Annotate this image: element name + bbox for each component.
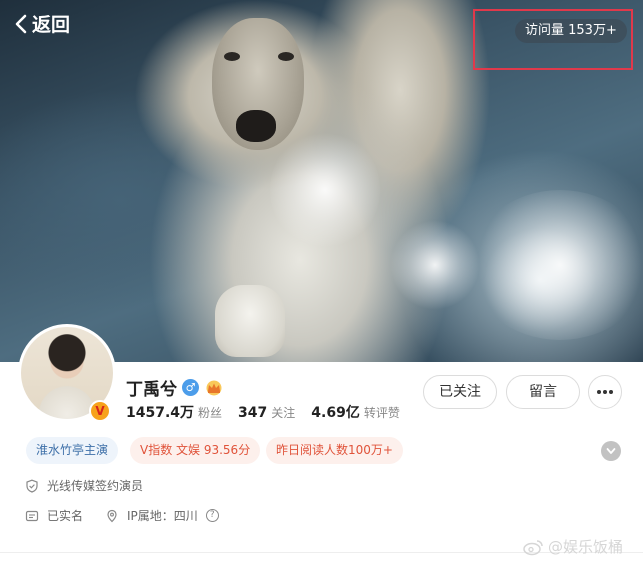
more-dot [597, 390, 601, 394]
tag-v-index[interactable]: V指数 文娱 93.56分 [130, 437, 261, 464]
tag-readers[interactable]: 昨日阅读人数100万+ [266, 437, 403, 464]
more-dot [609, 390, 613, 394]
interactions-label: 转评赞 [363, 406, 400, 420]
more-options-button[interactable] [588, 375, 622, 409]
ip-location-text: IP属地：四川 [127, 509, 198, 523]
following-label: 关注 [271, 406, 296, 420]
profile-name: 丁禹兮 [126, 380, 177, 400]
followers-count[interactable]: 1457.4万 [126, 402, 194, 422]
bear-left-eye [224, 52, 240, 61]
message-button[interactable]: 留言 [506, 375, 580, 409]
help-icon[interactable]: ? [205, 509, 219, 522]
interactions-count: 4.69亿 [311, 405, 360, 421]
location-icon [107, 509, 117, 522]
verified-badge-icon: V [89, 400, 111, 422]
bear-paw [215, 285, 285, 357]
back-button[interactable]: 返回 [14, 10, 70, 37]
stats-row: 1457.4万 粉丝 347 关注 4.69亿 转评赞 [126, 402, 412, 422]
bear-nose [236, 110, 276, 142]
company-row: 光线传媒签约演员 [25, 477, 143, 494]
followers-label: 粉丝 [198, 406, 223, 420]
identity-row: 已实名 IP属地：四川 ? [25, 507, 219, 524]
crown-icon[interactable] [204, 380, 224, 396]
more-dot [603, 390, 607, 394]
chevron-left-icon [15, 14, 27, 33]
male-gender-icon: ♂ [182, 379, 199, 396]
visits-count-badge: 访问量 153万+ [515, 19, 627, 43]
id-card-icon [25, 510, 39, 521]
bear-right-eye [278, 52, 294, 61]
shield-icon [26, 479, 38, 493]
expand-tags-button[interactable] [601, 441, 621, 461]
chevron-down-icon [606, 448, 616, 454]
name-row: 丁禹兮 ♂ [126, 375, 224, 400]
back-label: 返回 [32, 14, 71, 36]
watermark-text: @娱乐饭桶 [548, 538, 624, 556]
tag-drama-role[interactable]: 淮水竹亭主演 [26, 437, 119, 464]
water-splash [390, 220, 480, 310]
company-text: 光线传媒签约演员 [47, 479, 144, 493]
water-splash [270, 130, 380, 250]
water-splash [470, 190, 643, 340]
watermark: @娱乐饭桶 [523, 536, 623, 557]
realname-text: 已实名 [47, 509, 84, 523]
weibo-logo-icon [523, 539, 543, 555]
followed-button[interactable]: 已关注 [423, 375, 497, 409]
following-count[interactable]: 347 [238, 405, 267, 421]
